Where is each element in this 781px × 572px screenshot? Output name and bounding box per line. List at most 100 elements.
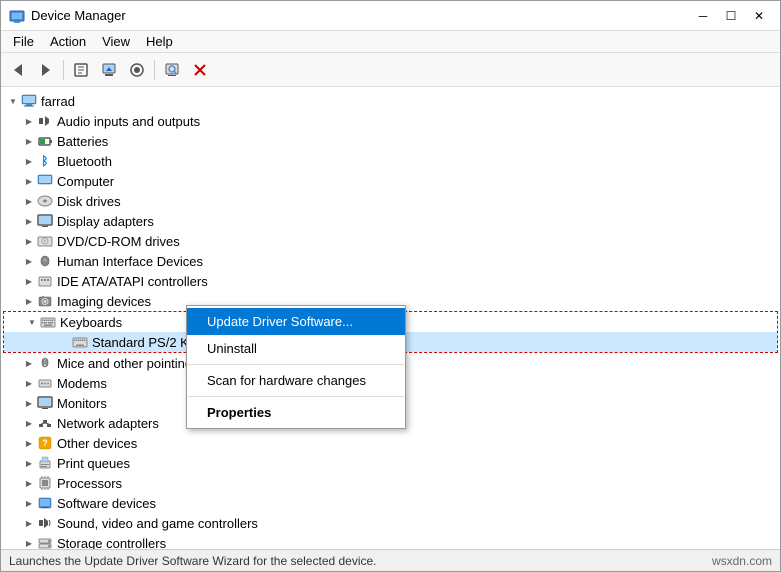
processors-expand[interactable]: ▶ <box>21 475 37 491</box>
dvd-label: DVD/CD-ROM drives <box>57 234 180 249</box>
other-label: Other devices <box>57 436 137 451</box>
disk-label: Disk drives <box>57 194 121 209</box>
mice-expand[interactable]: ▶ <box>21 355 37 371</box>
svg-text:?: ? <box>42 438 48 448</box>
tree-item-hid[interactable]: ▶ Human Interface Devices <box>1 251 780 271</box>
menu-action[interactable]: Action <box>42 32 94 51</box>
display-expand[interactable]: ▶ <box>21 213 37 229</box>
tree-root[interactable]: ▼ farrad <box>1 91 780 111</box>
ctx-sep-2 <box>187 396 405 397</box>
tree-item-software[interactable]: ▶ Software devices <box>1 493 780 513</box>
software-expand[interactable]: ▶ <box>21 495 37 511</box>
toolbar <box>1 53 780 87</box>
network-icon <box>37 415 53 431</box>
processors-label: Processors <box>57 476 122 491</box>
imaging-label: Imaging devices <box>57 294 151 309</box>
mice-icon <box>37 355 53 371</box>
window-title: Device Manager <box>31 8 126 23</box>
status-text: Launches the Update Driver Software Wiza… <box>9 554 377 568</box>
ctx-update-driver[interactable]: Update Driver Software... <box>187 308 405 335</box>
display-label: Display adapters <box>57 214 154 229</box>
tree-item-print[interactable]: ▶ Print queues <box>1 453 780 473</box>
imaging-expand[interactable]: ▶ <box>21 293 37 309</box>
imaging-icon <box>37 293 53 309</box>
audio-icon <box>37 113 53 129</box>
close-button[interactable]: ✕ <box>746 6 772 26</box>
delete-button[interactable] <box>187 57 213 83</box>
maximize-button[interactable]: ☐ <box>718 6 744 26</box>
print-expand[interactable]: ▶ <box>21 455 37 471</box>
ctx-scan[interactable]: Scan for hardware changes <box>187 367 405 394</box>
menu-bar: File Action View Help <box>1 31 780 53</box>
computer-icon <box>21 93 37 109</box>
computer-icon2 <box>37 173 53 189</box>
modems-icon <box>37 375 53 391</box>
processors-icon <box>37 475 53 491</box>
content-area: ▼ farrad ▶ <box>1 87 780 549</box>
storage-label: Storage controllers <box>57 536 166 550</box>
tree-item-bluetooth[interactable]: ▶ ᛒ Bluetooth <box>1 151 780 171</box>
tree-item-processors[interactable]: ▶ Processors <box>1 473 780 493</box>
other-icon: ? <box>37 435 53 451</box>
tree-item-audio[interactable]: ▶ Audio inputs and outputs <box>1 111 780 131</box>
monitors-expand[interactable]: ▶ <box>21 395 37 411</box>
root-expand[interactable]: ▼ <box>5 93 21 109</box>
audio-label: Audio inputs and outputs <box>57 114 200 129</box>
sound-icon <box>37 515 53 531</box>
dvd-expand[interactable]: ▶ <box>21 233 37 249</box>
properties-button[interactable] <box>68 57 94 83</box>
tree-item-ide[interactable]: ▶ IDE ATA/ATAPI controllers <box>1 271 780 291</box>
hid-expand[interactable]: ▶ <box>21 253 37 269</box>
ctx-sep-1 <box>187 364 405 365</box>
ide-expand[interactable]: ▶ <box>21 273 37 289</box>
keyboards-label: Keyboards <box>60 315 122 330</box>
device-manager-window: Device Manager ─ ☐ ✕ File Action View He… <box>0 0 781 572</box>
tree-item-sound[interactable]: ▶ Sound, video and game controllers <box>1 513 780 533</box>
app-icon <box>9 8 25 24</box>
update-driver-button[interactable] <box>96 57 122 83</box>
network-expand[interactable]: ▶ <box>21 415 37 431</box>
modems-label: Modems <box>57 376 107 391</box>
scan-button[interactable] <box>159 57 185 83</box>
tree-item-disk[interactable]: ▶ Disk drives <box>1 191 780 211</box>
bluetooth-expand[interactable]: ▶ <box>21 153 37 169</box>
tree-item-storage[interactable]: ▶ Storage controllers <box>1 533 780 549</box>
tree-item-batteries[interactable]: ▶ Batteries <box>1 131 780 151</box>
disk-expand[interactable]: ▶ <box>21 193 37 209</box>
menu-file[interactable]: File <box>5 32 42 51</box>
tree-item-computer[interactable]: ▶ Computer <box>1 171 780 191</box>
show-hidden-button[interactable] <box>124 57 150 83</box>
batteries-expand[interactable]: ▶ <box>21 133 37 149</box>
sound-expand[interactable]: ▶ <box>21 515 37 531</box>
storage-expand[interactable]: ▶ <box>21 535 37 549</box>
software-icon <box>37 495 53 511</box>
menu-help[interactable]: Help <box>138 32 181 51</box>
root-label: farrad <box>41 94 75 109</box>
tree-item-display[interactable]: ▶ Display adapters <box>1 211 780 231</box>
computer-expand[interactable]: ▶ <box>21 173 37 189</box>
ide-label: IDE ATA/ATAPI controllers <box>57 274 208 289</box>
tree-item-dvd[interactable]: ▶ DVD/CD-ROM drives <box>1 231 780 251</box>
disk-icon <box>37 193 53 209</box>
minimize-button[interactable]: ─ <box>690 6 716 26</box>
keyboards-icon <box>40 314 56 330</box>
title-controls: ─ ☐ ✕ <box>690 6 772 26</box>
ctx-uninstall[interactable]: Uninstall <box>187 335 405 362</box>
status-right: wsxdn.com <box>712 554 772 568</box>
forward-button[interactable] <box>33 57 59 83</box>
display-icon <box>37 213 53 229</box>
ide-icon <box>37 273 53 289</box>
bluetooth-label: Bluetooth <box>57 154 112 169</box>
sound-label: Sound, video and game controllers <box>57 516 258 531</box>
menu-view[interactable]: View <box>94 32 138 51</box>
audio-expand[interactable]: ▶ <box>21 113 37 129</box>
status-bar: Launches the Update Driver Software Wiza… <box>1 549 780 571</box>
title-bar: Device Manager ─ ☐ ✕ <box>1 1 780 31</box>
keyboards-expand[interactable]: ▼ <box>24 314 40 330</box>
ctx-properties[interactable]: Properties <box>187 399 405 426</box>
back-button[interactable] <box>5 57 31 83</box>
tree-item-other[interactable]: ▶ ? Other devices <box>1 433 780 453</box>
other-expand[interactable]: ▶ <box>21 435 37 451</box>
std-keyboard-icon <box>72 334 88 350</box>
modems-expand[interactable]: ▶ <box>21 375 37 391</box>
